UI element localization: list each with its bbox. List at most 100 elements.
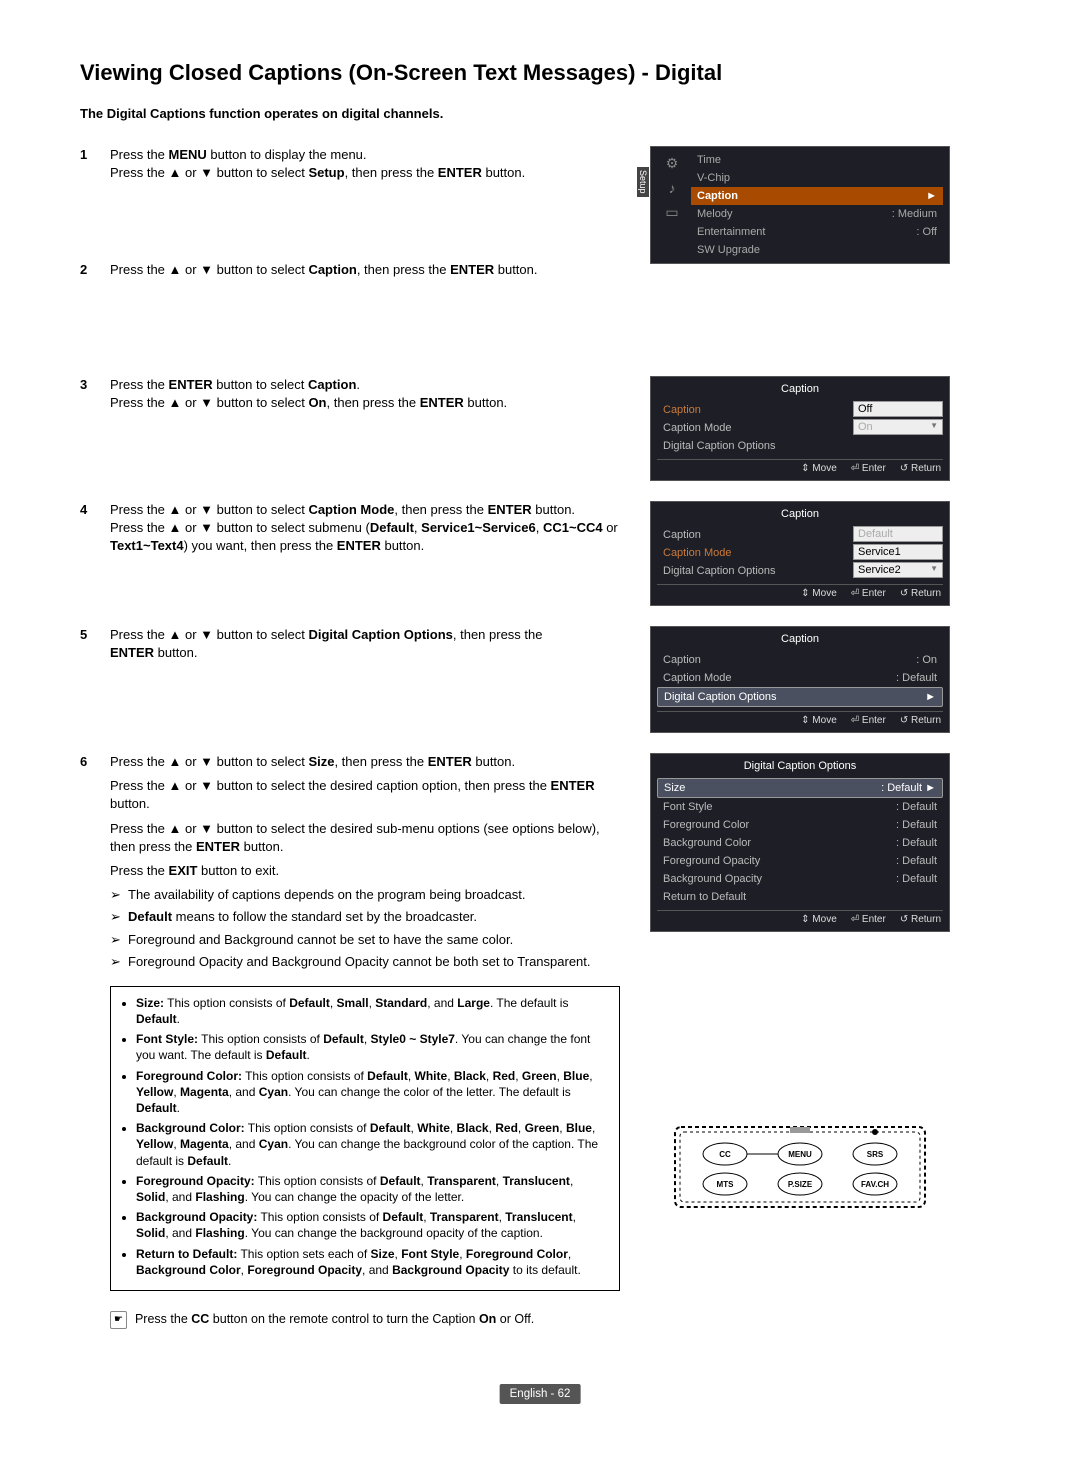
step-1: 1 Press the MENU button to display the m… bbox=[80, 146, 620, 236]
step-number: 3 bbox=[80, 376, 95, 466]
dropdown-service1[interactable]: Service1 bbox=[853, 544, 943, 560]
menu-row-bg-opacity[interactable]: Background Opacity: Default bbox=[657, 870, 943, 888]
menu-item-time[interactable]: Time bbox=[691, 151, 943, 169]
step-text: Press the ▲ or ▼ button to select Size, … bbox=[110, 753, 620, 1329]
hint-return: ↺ Return bbox=[900, 715, 941, 726]
hint-enter: ⏎ Enter bbox=[851, 715, 886, 726]
osd-caption-onoff: Caption Caption Caption Mode Digital Cap… bbox=[650, 376, 950, 481]
step-number: 1 bbox=[80, 146, 95, 236]
hint-return: ↺ Return bbox=[900, 463, 941, 474]
note-default: Default means to follow the standard set… bbox=[110, 908, 620, 926]
note-availability: The availability of captions depends on … bbox=[110, 886, 620, 904]
menu-row-caption-mode[interactable]: Caption Mode: Default bbox=[657, 669, 943, 687]
menu-row-fg-opacity[interactable]: Foreground Opacity: Default bbox=[657, 852, 943, 870]
setup-icons: ⚙ ♪ ▭ bbox=[657, 151, 687, 221]
page-title: Viewing Closed Captions (On-Screen Text … bbox=[80, 60, 1000, 86]
menu-row-fg-color[interactable]: Foreground Color: Default bbox=[657, 816, 943, 834]
step-text: Press the MENU button to display the men… bbox=[110, 146, 620, 236]
desc-return-default: Return to Default: This option sets each… bbox=[136, 1246, 609, 1278]
hint-move: ⇕ Move bbox=[801, 715, 837, 726]
dropdown[interactable]: Off On bbox=[853, 401, 943, 455]
step-text: Press the ▲ or ▼ button to select Captio… bbox=[110, 261, 620, 351]
menu-row-caption-mode[interactable]: Caption Mode bbox=[657, 544, 853, 562]
step-text: Press the ▲ or ▼ button to select Digita… bbox=[110, 626, 620, 716]
chevron-right-icon: ► bbox=[926, 190, 937, 202]
menu-item-melody[interactable]: Melody: Medium bbox=[691, 205, 943, 223]
menu-row-caption[interactable]: Caption: On bbox=[657, 651, 943, 669]
menu-row-dco[interactable]: Digital Caption Options► bbox=[657, 687, 943, 707]
menu-item-caption[interactable]: Caption ► bbox=[691, 187, 943, 205]
remote-cc-button[interactable]: CC bbox=[719, 1150, 731, 1159]
remote-mts-button[interactable]: MTS bbox=[717, 1180, 735, 1189]
remote-favch-button[interactable]: FAV.CH bbox=[861, 1180, 889, 1189]
step-number: 4 bbox=[80, 501, 95, 591]
osd-footer: ⇕ Move ⏎ Enter ↺ Return bbox=[657, 459, 943, 476]
menu-row-caption-mode[interactable]: Caption Mode bbox=[657, 419, 853, 437]
step-4: 4 Press the ▲ or ▼ button to select Capt… bbox=[80, 501, 620, 591]
dropdown-service2[interactable]: Service2 bbox=[853, 562, 943, 578]
menu-row-dco[interactable]: Digital Caption Options bbox=[657, 562, 853, 580]
hint-return: ↺ Return bbox=[900, 914, 941, 925]
gear-icon: ⚙ bbox=[666, 155, 679, 172]
menu-row-font-style[interactable]: Font Style: Default bbox=[657, 798, 943, 816]
remote-icon: ☛ bbox=[110, 1311, 127, 1329]
note-fg-bg-color: Foreground and Background cannot be set … bbox=[110, 931, 620, 949]
menu-item-entertainment[interactable]: Entertainment: Off bbox=[691, 223, 943, 241]
chevron-right-icon: ► bbox=[925, 691, 936, 703]
osd-title: Caption bbox=[657, 631, 943, 651]
dropdown-on[interactable]: On bbox=[853, 419, 943, 435]
osd-caption-dco: Caption Caption: On Caption Mode: Defaul… bbox=[650, 626, 950, 733]
step-5: 5 Press the ▲ or ▼ button to select Digi… bbox=[80, 626, 620, 716]
step-text: Press the ▲ or ▼ button to select Captio… bbox=[110, 501, 620, 591]
hint-enter: ⏎ Enter bbox=[851, 588, 886, 599]
desc-size: Size: This option consists of Default, S… bbox=[136, 995, 609, 1027]
hint-move: ⇕ Move bbox=[801, 588, 837, 599]
dropdown-off[interactable]: Off bbox=[853, 401, 943, 417]
step-2: 2 Press the ▲ or ▼ button to select Capt… bbox=[80, 261, 620, 351]
desc-fg-opacity: Foreground Opacity: This option consists… bbox=[136, 1173, 609, 1205]
step-6: 6 Press the ▲ or ▼ button to select Size… bbox=[80, 753, 620, 1329]
menu-row-return-default[interactable]: Return to Default bbox=[657, 888, 943, 906]
hint-return: ↺ Return bbox=[900, 588, 941, 599]
step-number: 6 bbox=[80, 753, 95, 1329]
osd-title: Digital Caption Options bbox=[657, 758, 943, 778]
step-text: Press the ENTER button to select Caption… bbox=[110, 376, 620, 466]
osd-footer: ⇕ Move ⏎ Enter ↺ Return bbox=[657, 711, 943, 728]
menu-row-bg-color[interactable]: Background Color: Default bbox=[657, 834, 943, 852]
vtab-setup: Setup bbox=[637, 167, 649, 197]
menu-item-vchip[interactable]: V-Chip bbox=[691, 169, 943, 187]
menu-row-caption[interactable]: Caption bbox=[657, 526, 853, 544]
music-icon: ♪ bbox=[669, 180, 676, 196]
page-footer: English - 62 bbox=[500, 1384, 581, 1404]
page-subtitle: The Digital Captions function operates o… bbox=[80, 106, 1000, 121]
option-descriptions: Size: This option consists of Default, S… bbox=[110, 986, 620, 1291]
remote-srs-button[interactable]: SRS bbox=[867, 1150, 884, 1159]
osd-setup-menu: Setup ⚙ ♪ ▭ Time V-Chip Caption ► Melody… bbox=[650, 146, 950, 264]
menu-item-swupgrade[interactable]: SW Upgrade bbox=[691, 241, 943, 259]
desc-font-style: Font Style: This option consists of Defa… bbox=[136, 1031, 609, 1063]
step-3: 3 Press the ENTER button to select Capti… bbox=[80, 376, 620, 466]
desc-bg-color: Background Color: This option consists o… bbox=[136, 1120, 609, 1169]
remote-menu-button[interactable]: MENU bbox=[788, 1150, 812, 1159]
menu-row-dco[interactable]: Digital Caption Options bbox=[657, 437, 853, 455]
remote-psize-button[interactable]: P.SIZE bbox=[788, 1180, 813, 1189]
osd-caption-mode: Caption Caption Caption Mode Digital Cap… bbox=[650, 501, 950, 606]
osd-title: Caption bbox=[657, 506, 943, 526]
step-number: 2 bbox=[80, 261, 95, 351]
osd-footer: ⇕ Move ⏎ Enter ↺ Return bbox=[657, 584, 943, 601]
chevron-right-icon: ► bbox=[925, 782, 936, 794]
hint-enter: ⏎ Enter bbox=[851, 914, 886, 925]
hint-move: ⇕ Move bbox=[801, 463, 837, 474]
menu-row-caption[interactable]: Caption bbox=[657, 401, 853, 419]
tv-icon: ▭ bbox=[665, 204, 678, 221]
note-opacity: Foreground Opacity and Background Opacit… bbox=[110, 953, 620, 971]
dropdown-default[interactable]: Default bbox=[853, 526, 943, 542]
dropdown[interactable]: Default Service1 Service2 bbox=[853, 526, 943, 580]
osd-footer: ⇕ Move ⏎ Enter ↺ Return bbox=[657, 910, 943, 927]
hint-move: ⇕ Move bbox=[801, 914, 837, 925]
menu-row-size[interactable]: Size: Default ► bbox=[657, 778, 943, 798]
step-number: 5 bbox=[80, 626, 95, 716]
desc-fg-color: Foreground Color: This option consists o… bbox=[136, 1068, 609, 1117]
osd-title: Caption bbox=[657, 381, 943, 401]
remote-tip: ☛ Press the CC button on the remote cont… bbox=[110, 1311, 620, 1329]
